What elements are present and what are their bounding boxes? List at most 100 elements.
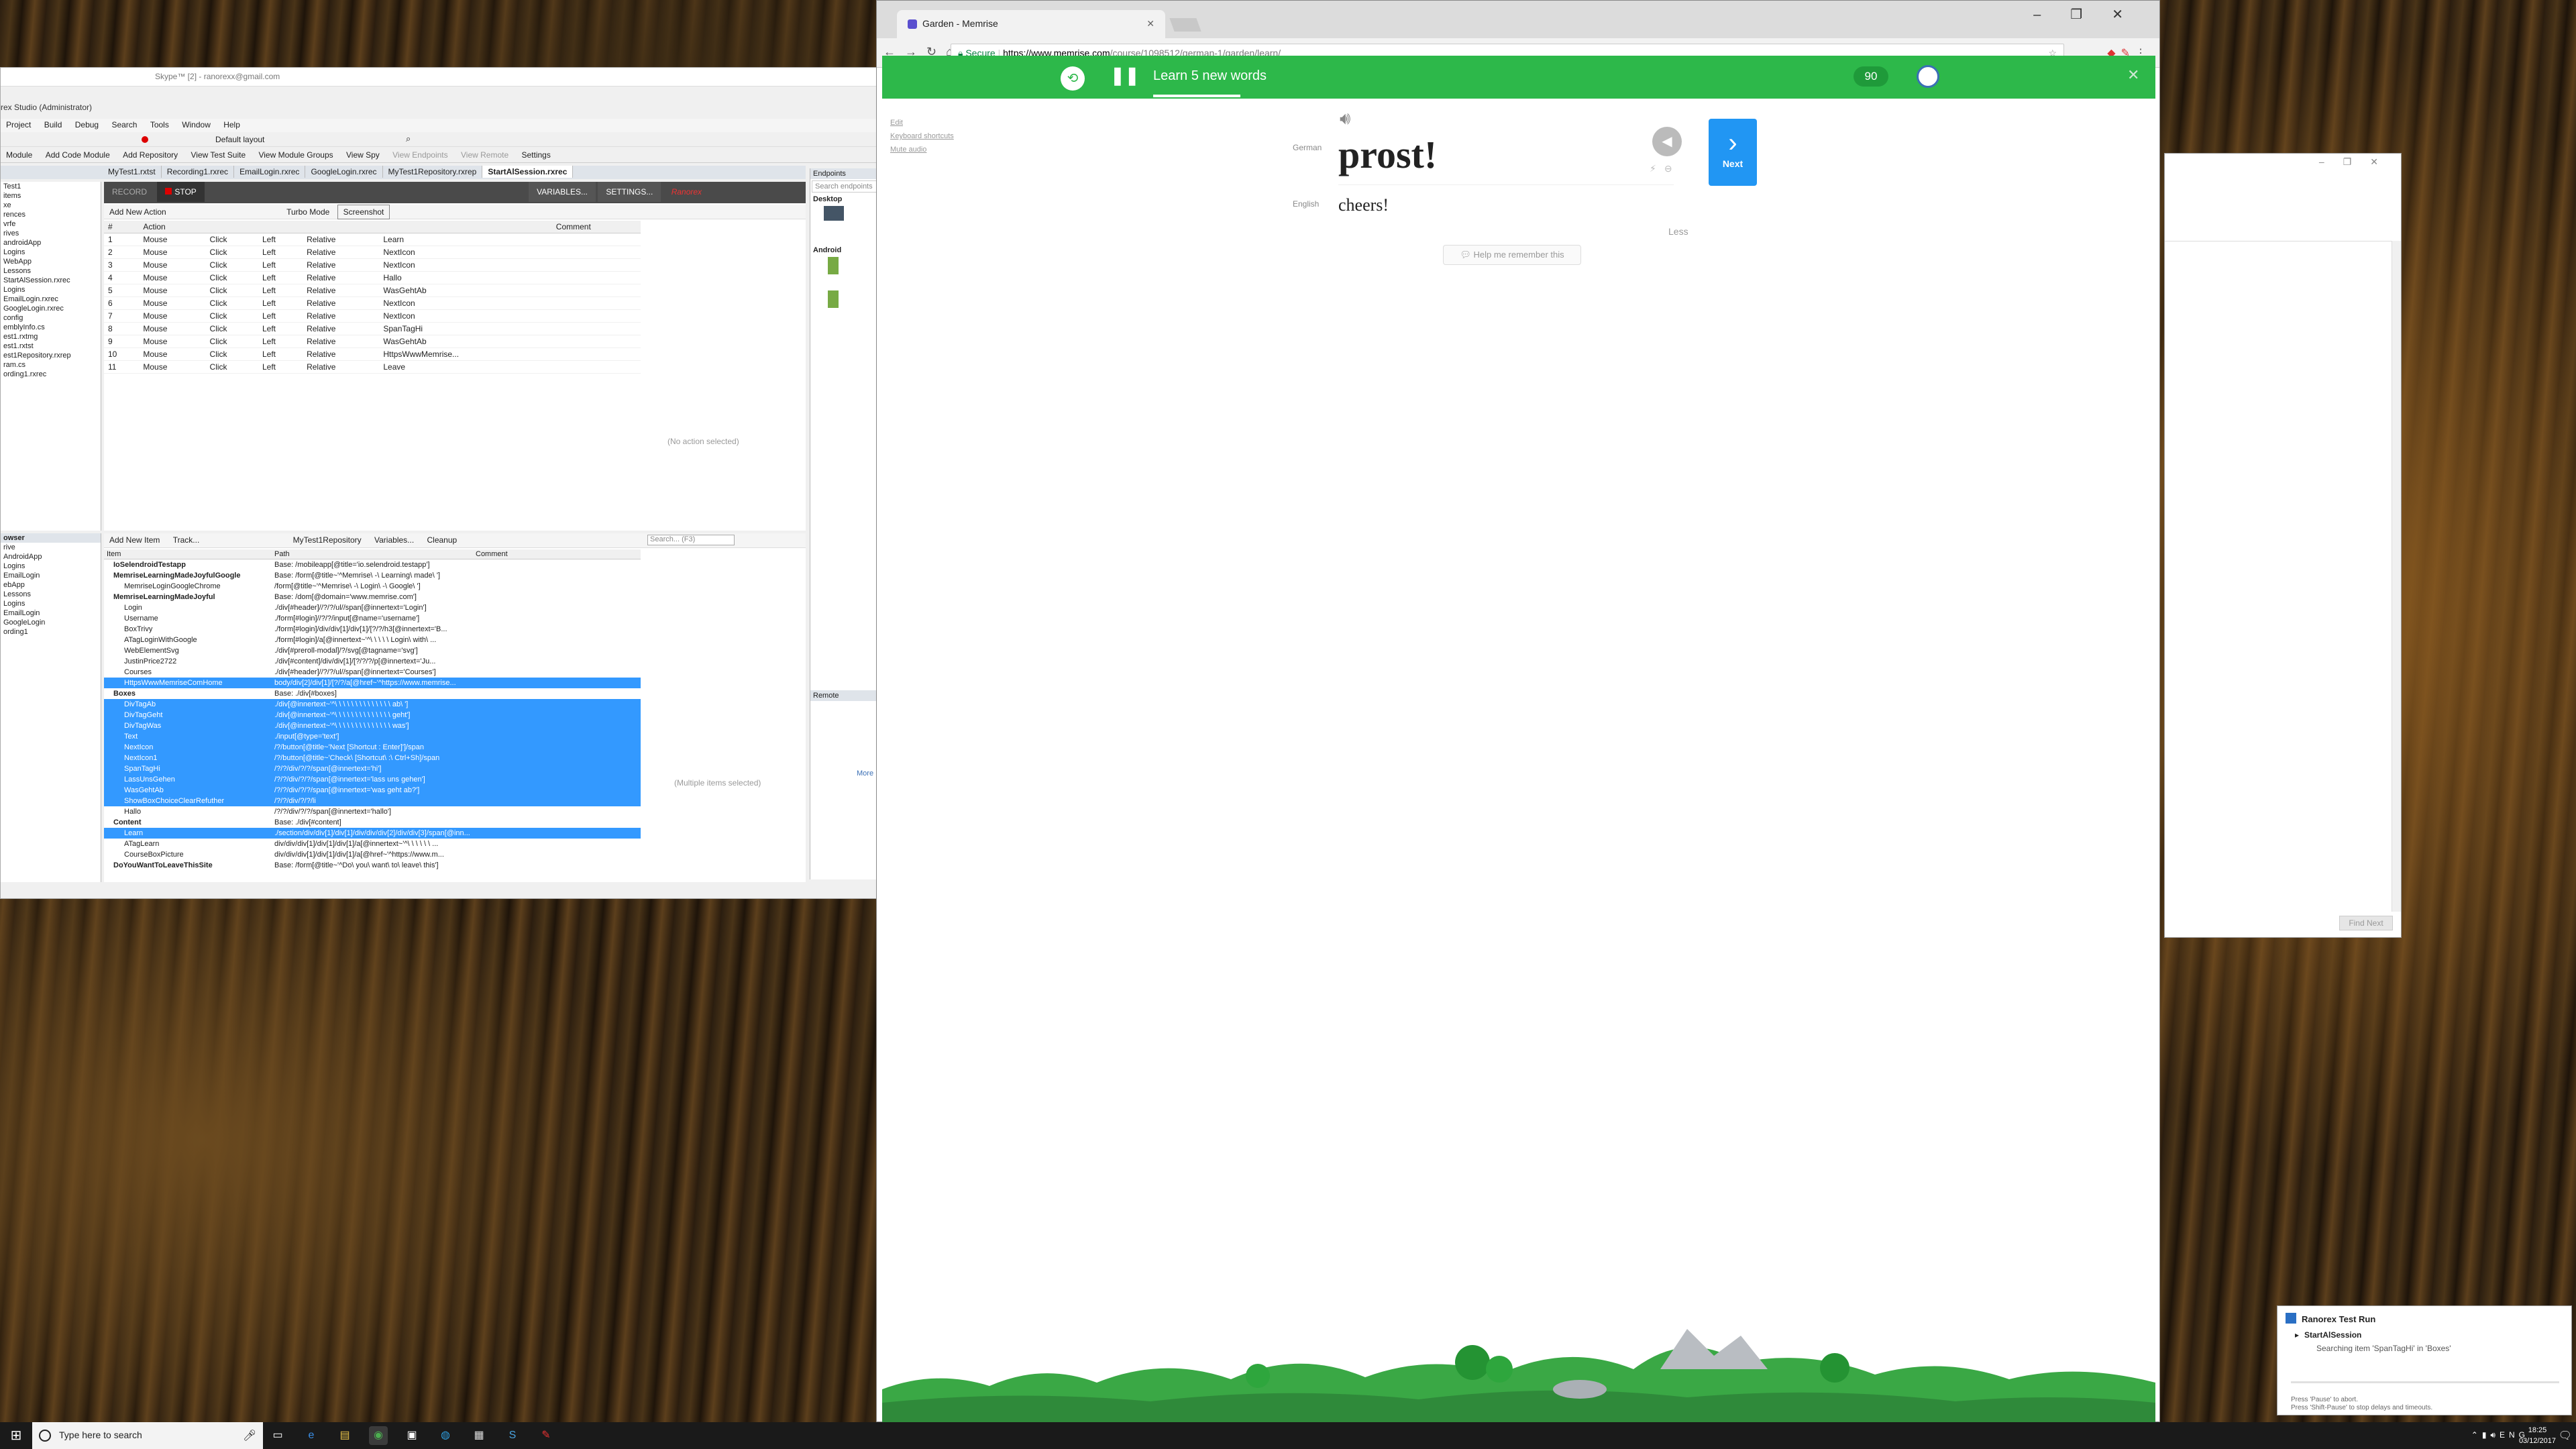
- col-comment[interactable]: Comment: [551, 221, 641, 233]
- tree-item[interactable]: est1.rxtst: [1, 341, 101, 351]
- repo-row[interactable]: DoYouWantToLeaveThisSite Base: /form[@tit…: [104, 860, 641, 871]
- track-button[interactable]: Track...: [168, 533, 205, 547]
- keyboard-shortcuts-link[interactable]: Keyboard shortcuts: [890, 129, 954, 143]
- skype-icon[interactable]: S: [503, 1426, 522, 1445]
- repo-row[interactable]: Hallo /?/?/div/?/?/span[@innertext='hallo…: [104, 806, 641, 817]
- tree-item[interactable]: Logins: [1, 285, 101, 294]
- tree-item[interactable]: est1.rxtmg: [1, 332, 101, 341]
- toolbar-view-module-groups[interactable]: View Module Groups: [253, 148, 338, 162]
- menu-build[interactable]: Build: [39, 119, 68, 131]
- search-icon[interactable]: ⌕: [406, 133, 411, 144]
- action-row[interactable]: 6 Mouse Click Left Relative NextIcon: [104, 297, 641, 310]
- repo-row[interactable]: Content Base: ./div[#content]: [104, 817, 641, 828]
- repo-select[interactable]: MyTest1Repository: [288, 533, 367, 547]
- repo-row[interactable]: IoSelendroidTestapp Base: /mobileapp[@tit…: [104, 559, 641, 570]
- new-tab-button[interactable]: [1169, 18, 1201, 32]
- doc-tab[interactable]: Recording1.rxrec: [162, 166, 235, 178]
- col-path[interactable]: Path: [272, 549, 473, 559]
- tree-item[interactable]: Lessons: [1, 266, 101, 276]
- action-row[interactable]: 10 Mouse Click Left Relative HttpsWwwMemrise.…: [104, 347, 641, 361]
- android-endpoint[interactable]: [810, 289, 879, 323]
- edge-icon[interactable]: e: [302, 1426, 321, 1445]
- memrise-home-icon[interactable]: ⟲: [1061, 66, 1085, 91]
- repo-variables-button[interactable]: Variables...: [369, 533, 419, 547]
- repo-row[interactable]: Boxes Base: ./div[#boxes]: [104, 688, 641, 699]
- windows-start-icon[interactable]: ⊞: [0, 1422, 32, 1449]
- browser-item[interactable]: ording1: [1, 627, 101, 637]
- repo-row[interactable]: MemriseLoginGoogleChrome/form[@title~'^M…: [104, 581, 641, 592]
- tab-close-icon[interactable]: ✕: [1146, 18, 1155, 30]
- toolbar-add-repository[interactable]: Add Repository: [117, 148, 183, 162]
- repo-row[interactable]: MemriseLearningMadeJoyful Base: /dom[@dom…: [104, 592, 641, 602]
- browser-item[interactable]: Logins: [1, 599, 101, 608]
- tree-item[interactable]: items: [1, 191, 101, 201]
- repo-row[interactable]: ATagLearn div/div/div[1]/div[1]/div[1]/a[…: [104, 839, 641, 849]
- record-button[interactable]: RECORD: [104, 182, 155, 202]
- browser-item[interactable]: EmailLogin: [1, 571, 101, 580]
- doc-tab[interactable]: MyTest1.rxtst: [103, 166, 162, 178]
- network-icon[interactable]: ▮: [2482, 1430, 2491, 1440]
- tree-item[interactable]: WebApp: [1, 257, 101, 266]
- tree-item[interactable]: emblyInfo.cs: [1, 323, 101, 332]
- audio-icon[interactable]: 🔊︎: [1340, 108, 1350, 129]
- layout-select[interactable]: Default layout: [215, 135, 264, 144]
- close-icon[interactable]: ✕: [2112, 7, 2153, 22]
- repo-row[interactable]: NextIcon1/?/button[@title~'Check\ [Short…: [104, 752, 641, 763]
- repo-row[interactable]: DivTagGeht ./div[@innertext~'^\ \ \ \ \ \…: [104, 709, 641, 720]
- browser-item[interactable]: Lessons: [1, 590, 101, 599]
- repo-row[interactable]: SpanTagHi/?/?/div/?/?/span[@innertext='h…: [104, 763, 641, 774]
- endpoints-search[interactable]: Search endpoints: [812, 180, 878, 193]
- action-row[interactable]: 3 Mouse Click Left Relative NextIcon: [104, 258, 641, 272]
- stop-button[interactable]: STOP: [157, 182, 205, 202]
- scrollbar[interactable]: [2392, 241, 2401, 912]
- menu-search[interactable]: Search: [106, 119, 142, 131]
- col-item[interactable]: Item: [104, 549, 272, 559]
- menu-tools[interactable]: Tools: [145, 119, 174, 131]
- tree-item[interactable]: est1Repository.rxrep: [1, 351, 101, 360]
- repo-row[interactable]: DivTagWas ./div[@innertext~'^\ \ \ \ \ \ …: [104, 720, 641, 731]
- avatar[interactable]: [1917, 65, 1939, 88]
- task-view-icon[interactable]: ▭: [268, 1426, 287, 1445]
- maximize-icon[interactable]: ❐: [2343, 156, 2371, 167]
- tree-item[interactable]: Test1: [1, 182, 101, 191]
- col-comment[interactable]: Comment: [473, 549, 641, 559]
- doc-tab-active[interactable]: StartAlSession.rxrec: [482, 166, 574, 178]
- ranorex-studio-icon[interactable]: ◍: [436, 1426, 455, 1445]
- repo-row[interactable]: ATagLoginWithGoogle ./form[#login]/a[@inn…: [104, 635, 641, 645]
- repo-row[interactable]: DivTagAb ./div[@innertext~'^\ \ \ \ \ \ \…: [104, 698, 641, 710]
- browser-item[interactable]: EmailLogin: [1, 608, 101, 618]
- browser-tab[interactable]: Garden - Memrise ✕: [897, 10, 1165, 38]
- minus-icon[interactable]: ⊖: [1664, 163, 1680, 174]
- add-new-item-button[interactable]: Add New Item: [104, 533, 165, 547]
- tree-item[interactable]: vrfe: [1, 219, 101, 229]
- help-remember-button[interactable]: 💬︎ Help me remember this: [1443, 245, 1581, 265]
- tree-item[interactable]: EmailLogin.rxrec: [1, 294, 101, 304]
- recorder-settings-button[interactable]: SETTINGS...: [598, 182, 661, 202]
- app-icon[interactable]: ▦: [470, 1426, 488, 1445]
- action-row[interactable]: 1 Mouse Click Left Relative Learn: [104, 233, 641, 246]
- microphone-icon[interactable]: 🎤︎: [243, 1429, 256, 1442]
- variables-button[interactable]: VARIABLES...: [529, 182, 596, 202]
- edit-link[interactable]: Edit: [890, 116, 954, 129]
- taskbar-search-input[interactable]: Type here to search: [32, 1422, 263, 1449]
- less-toggle[interactable]: Less: [1668, 226, 1688, 237]
- action-center-icon[interactable]: 🗨︎: [2559, 1429, 2572, 1442]
- more-link[interactable]: More: [857, 769, 873, 777]
- repo-row[interactable]: JustinPrice2722 ./div[#content]/div/div[1…: [104, 656, 641, 667]
- toolbar-add-code-module[interactable]: Add Code Module: [40, 148, 115, 162]
- cleanup-button[interactable]: Cleanup: [422, 533, 463, 547]
- speaker-button-icon[interactable]: ◀︎: [1652, 127, 1682, 156]
- turbo-mode-button[interactable]: Turbo Mode: [281, 205, 335, 219]
- repo-row[interactable]: BoxTrivy ./form[#login]/div/div[1]/div[1]…: [104, 624, 641, 635]
- menu-debug[interactable]: Debug: [70, 119, 104, 131]
- repo-row[interactable]: Username ./form[#login]//?/?/input[@name=…: [104, 613, 641, 624]
- minimize-icon[interactable]: –: [2033, 7, 2070, 22]
- pause-icon[interactable]: ❚❚: [1110, 65, 1140, 86]
- toolbar-view-test-suite[interactable]: View Test Suite: [186, 148, 252, 162]
- repo-row[interactable]: Learn ./section/div/div[1]/div[1]/div/div…: [104, 827, 641, 839]
- repo-row[interactable]: Courses ./div[#header]//?/?/ul//span[@inn…: [104, 667, 641, 678]
- volume-icon[interactable]: 🔊︎: [2490, 1430, 2500, 1440]
- action-row[interactable]: 2 Mouse Click Left Relative NextIcon: [104, 246, 641, 259]
- action-row[interactable]: 9 Mouse Click Left Relative WasGehtAb: [104, 335, 641, 348]
- clock[interactable]: 18:25 03/12/2017: [2519, 1425, 2556, 1446]
